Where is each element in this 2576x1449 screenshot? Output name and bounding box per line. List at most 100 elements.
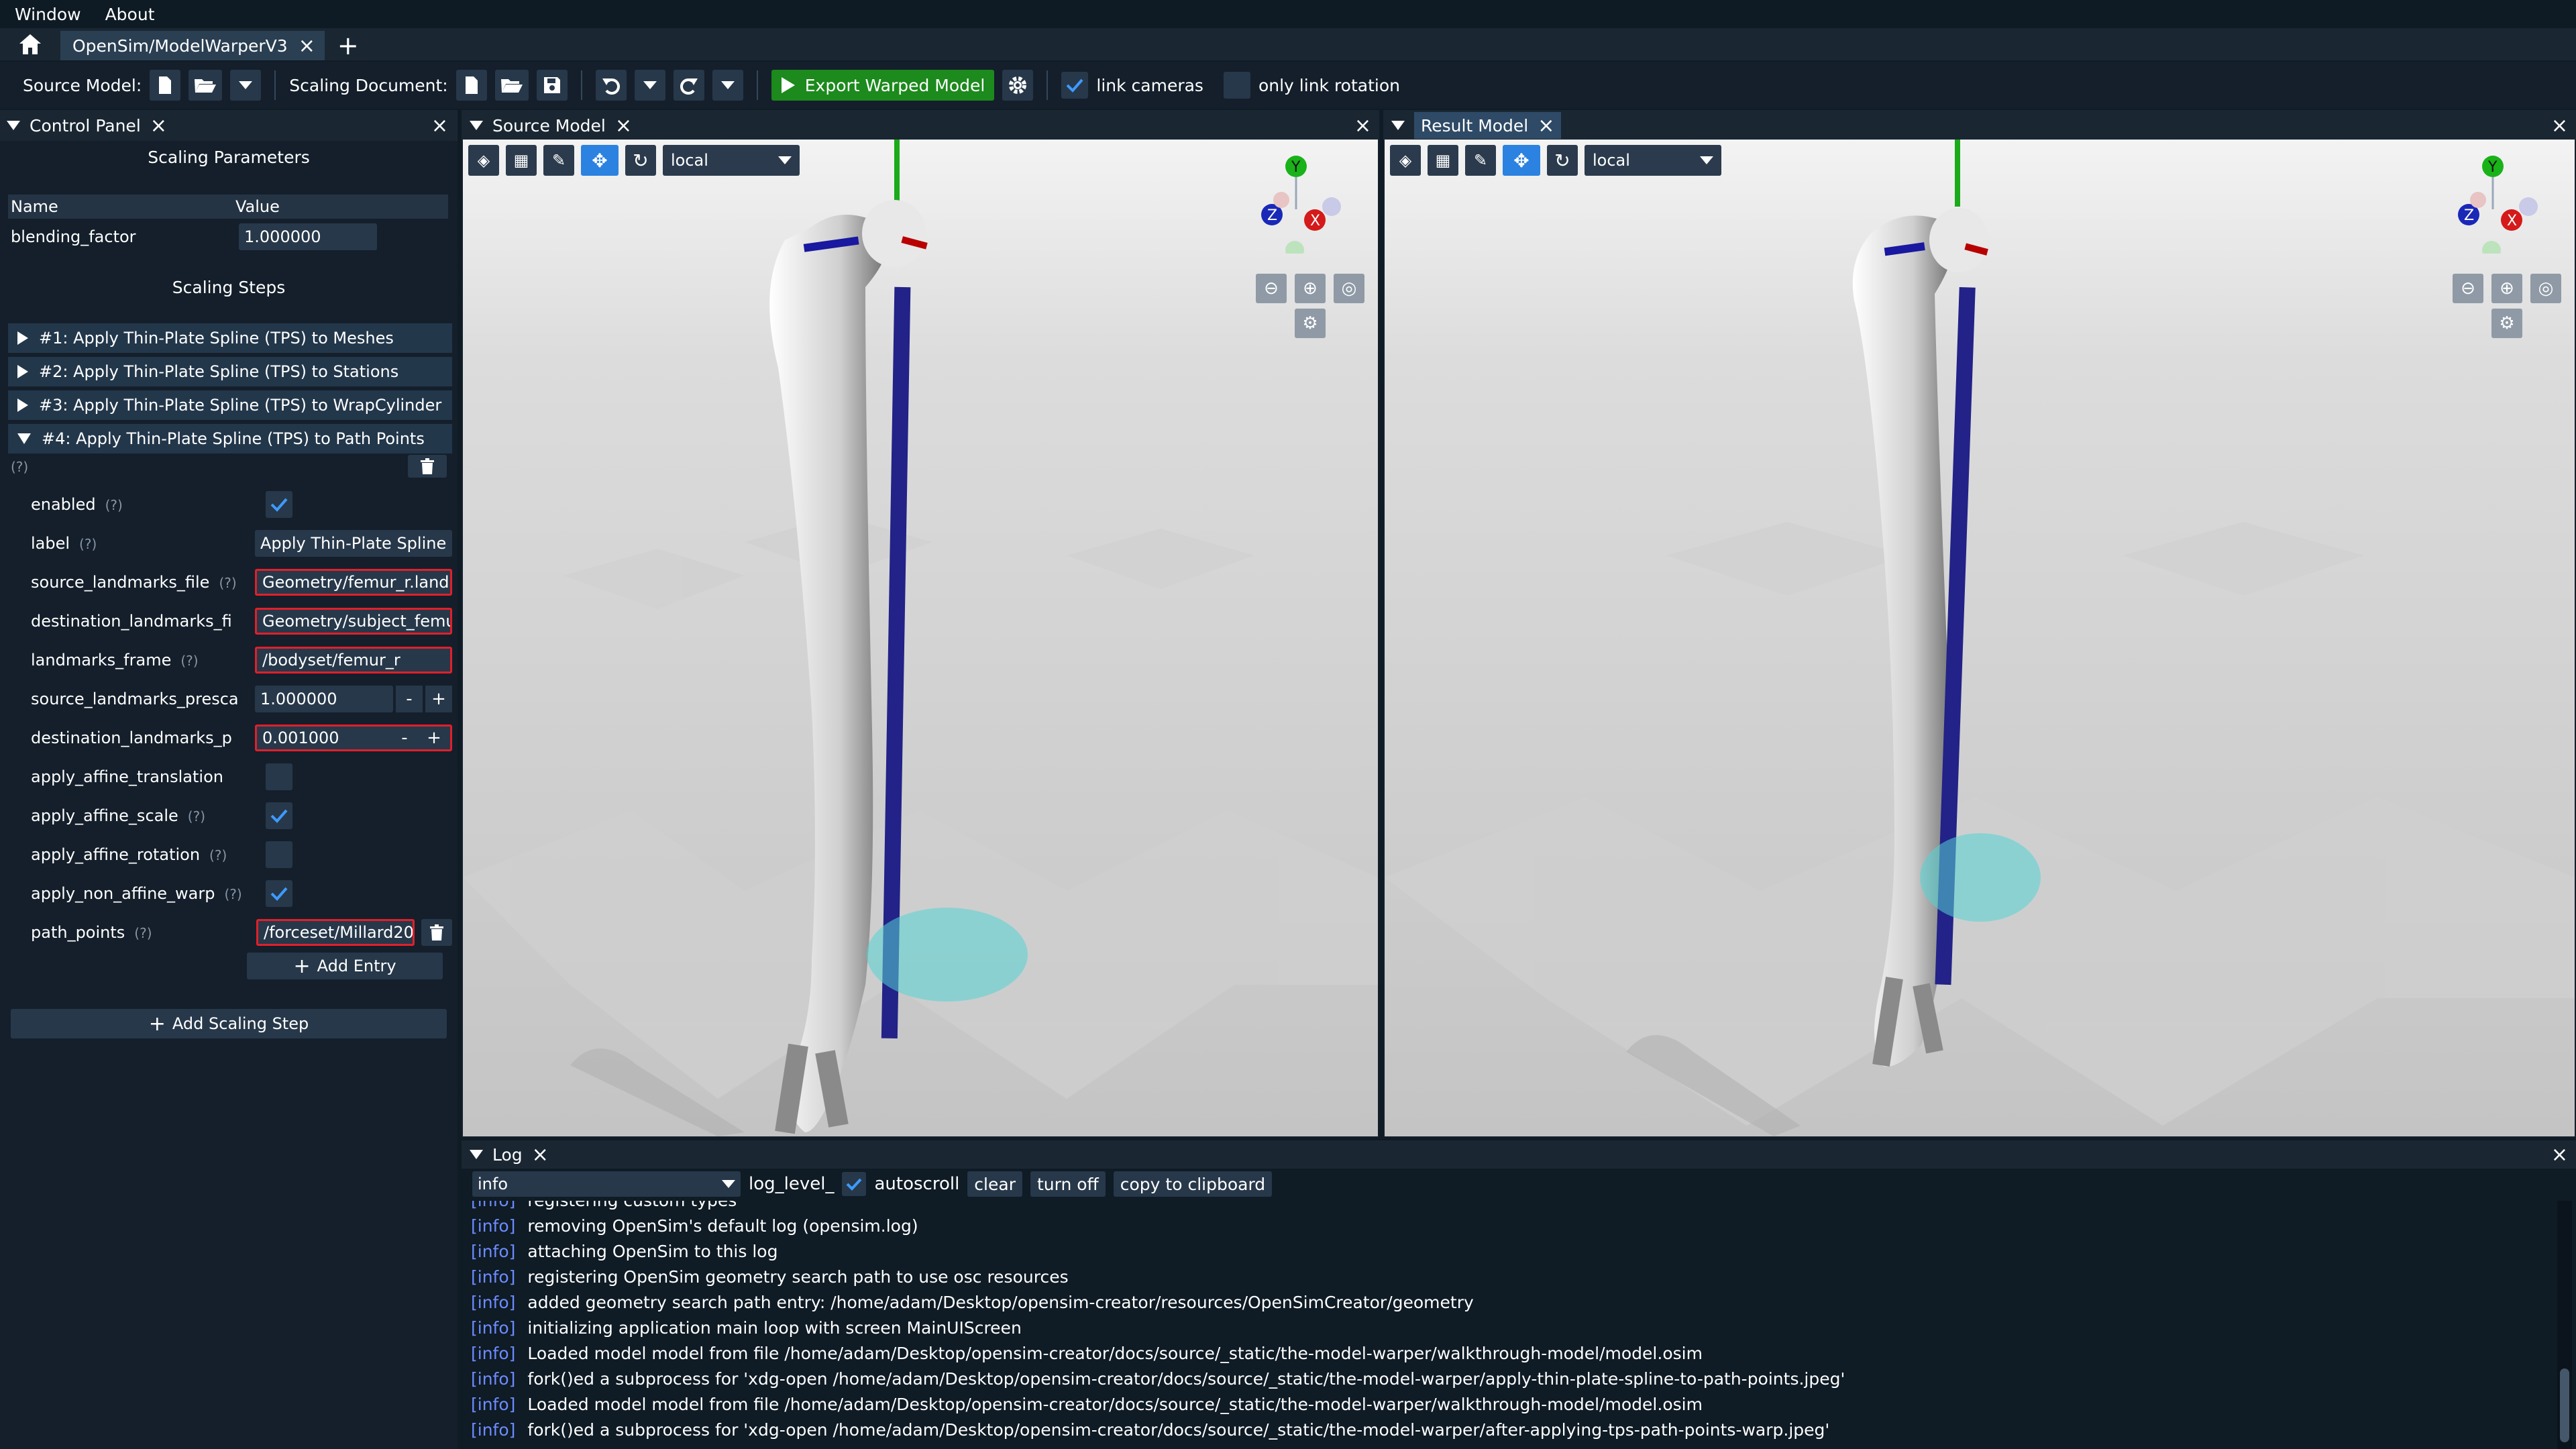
zoom-out-button[interactable]: ⊖: [2453, 274, 2483, 303]
close-window-icon[interactable]: ×: [1354, 114, 1371, 138]
close-window-icon[interactable]: ×: [2551, 114, 2568, 138]
scaling-step-3[interactable]: #3: Apply Thin-Plate Spline (TPS) to Wra…: [8, 390, 452, 420]
autoscroll-checkbox[interactable]: [842, 1172, 867, 1196]
apply-affine-rotation-checkbox[interactable]: [266, 841, 292, 868]
scaling-step-1[interactable]: #1: Apply Thin-Plate Spline (TPS) to Mes…: [8, 323, 452, 353]
decrement-button[interactable]: -: [391, 727, 418, 749]
open-document-button[interactable]: [494, 70, 529, 101]
redo-history-button[interactable]: [712, 70, 743, 101]
clear-log-button[interactable]: clear: [967, 1171, 1022, 1197]
frame-mode-dropdown[interactable]: local: [1585, 145, 1721, 176]
log-scrollbar-thumb[interactable]: [2560, 1368, 2569, 1442]
translate-mode-button[interactable]: ✥: [581, 145, 619, 176]
add-entry-button[interactable]: + Add Entry: [247, 953, 443, 979]
add-scaling-step-button[interactable]: + Add Scaling Step: [11, 1009, 447, 1038]
delete-step-button[interactable]: [408, 455, 447, 478]
rotate-mode-button[interactable]: ↻: [1547, 145, 1578, 176]
path-points-input[interactable]: /forceset/Millard20: [256, 919, 415, 946]
destination-landmarks-file-input[interactable]: Geometry/subject_femu: [255, 608, 452, 635]
help-mark[interactable]: (?): [79, 536, 97, 552]
help-mark[interactable]: (?): [105, 497, 123, 513]
translate-mode-button[interactable]: ✥: [1503, 145, 1540, 176]
frame-mode-dropdown[interactable]: local: [663, 145, 800, 176]
collapse-icon[interactable]: [7, 121, 20, 130]
step-help-mark[interactable]: (?): [11, 459, 28, 475]
zoom-in-button[interactable]: ⊕: [2491, 274, 2522, 303]
close-panel-icon[interactable]: ×: [615, 114, 632, 138]
collapse-icon[interactable]: [470, 121, 483, 130]
blending-factor-input[interactable]: 1.000000: [239, 223, 377, 250]
undo-button[interactable]: [595, 70, 627, 101]
camera-view-button[interactable]: ▦: [1428, 145, 1458, 176]
destination-prescale-input[interactable]: 0.001000 - +: [255, 724, 452, 751]
help-mark[interactable]: (?): [188, 808, 205, 824]
close-window-icon[interactable]: ×: [431, 114, 448, 138]
label-input[interactable]: Apply Thin-Plate Spline (: [255, 530, 452, 557]
save-document-button[interactable]: [536, 70, 568, 101]
redo-button[interactable]: [673, 70, 704, 101]
enabled-checkbox[interactable]: [266, 491, 292, 518]
only-link-rotation-checkbox[interactable]: [1223, 72, 1250, 99]
copy-to-clipboard-button[interactable]: copy to clipboard: [1113, 1171, 1273, 1197]
zoom-out-button[interactable]: ⊖: [1256, 274, 1287, 303]
apply-affine-translation-checkbox[interactable]: [266, 763, 292, 790]
scaling-step-4[interactable]: #4: Apply Thin-Plate Spline (TPS) to Pat…: [8, 424, 452, 453]
export-settings-button[interactable]: [1002, 70, 1034, 101]
plus-icon: +: [148, 1012, 166, 1036]
viewport-settings-button[interactable]: ⚙: [2491, 309, 2522, 338]
undo-history-button[interactable]: [634, 70, 665, 101]
new-tab-button[interactable]: +: [325, 31, 372, 60]
orientation-gizmo[interactable]: Y X Z: [1254, 153, 1362, 254]
tab-model-warper[interactable]: OpenSim/ModelWarperV3 ×: [60, 31, 325, 60]
log-line: [info] fork()ed a subprocess for 'xdg-ope…: [471, 1417, 2551, 1442]
new-source-model-button[interactable]: [150, 70, 181, 101]
close-panel-icon[interactable]: ×: [532, 1143, 549, 1167]
source-landmarks-file-input[interactable]: Geometry/femur_r.land: [255, 569, 452, 596]
help-mark[interactable]: (?): [134, 925, 152, 941]
source-prescale-input[interactable]: 1.000000: [255, 686, 393, 712]
export-warped-model-button[interactable]: Export Warped Model: [771, 70, 995, 101]
close-panel-icon[interactable]: ×: [150, 114, 167, 138]
landmarks-frame-input[interactable]: /bodyset/femur_r: [255, 647, 452, 674]
apply-affine-scale-checkbox[interactable]: [266, 802, 292, 829]
home-button[interactable]: [0, 28, 60, 60]
zoom-in-button[interactable]: ⊕: [1295, 274, 1326, 303]
help-mark[interactable]: (?): [180, 653, 198, 669]
log-scrollbar[interactable]: [2557, 1201, 2572, 1449]
help-mark[interactable]: (?): [209, 847, 227, 863]
tab-result-model[interactable]: Result Model ×: [1414, 112, 1562, 139]
menu-window[interactable]: Window: [15, 5, 81, 24]
auto-focus-button[interactable]: ◎: [2530, 274, 2561, 303]
new-document-button[interactable]: [455, 70, 487, 101]
viewport-settings-button[interactable]: ⚙: [1295, 309, 1326, 338]
increment-button[interactable]: +: [421, 727, 447, 749]
camera-view-button[interactable]: ▦: [506, 145, 537, 176]
auto-focus-button[interactable]: ◎: [1334, 274, 1364, 303]
measure-button[interactable]: ✎: [1465, 145, 1496, 176]
help-mark[interactable]: (?): [224, 886, 241, 902]
increment-button[interactable]: +: [425, 686, 452, 712]
open-source-model-button[interactable]: [189, 70, 223, 101]
decrement-button[interactable]: -: [396, 686, 423, 712]
log-level-select[interactable]: info: [472, 1171, 741, 1197]
scene-visibility-button[interactable]: ◈: [1390, 145, 1421, 176]
close-panel-icon[interactable]: ×: [1538, 114, 1554, 138]
collapse-icon[interactable]: [1391, 121, 1405, 130]
scaling-step-2[interactable]: #2: Apply Thin-Plate Spline (TPS) to Sta…: [8, 357, 452, 386]
orientation-gizmo[interactable]: Y X Z: [2451, 153, 2559, 254]
scene-visibility-button[interactable]: ◈: [468, 145, 499, 176]
help-mark[interactable]: (?): [219, 575, 236, 591]
turn-off-log-button[interactable]: turn off: [1030, 1171, 1106, 1197]
close-window-icon[interactable]: ×: [2551, 1143, 2568, 1167]
apply-non-affine-warp-checkbox[interactable]: [266, 880, 292, 907]
source-viewport[interactable]: ◈ ▦ ✎ ✥ ↻ local Y X Z ⊖ ⊕ ◎ ⚙: [463, 140, 1378, 1136]
menu-about[interactable]: About: [105, 5, 155, 24]
source-model-dropdown-button[interactable]: [230, 70, 262, 101]
link-cameras-checkbox[interactable]: [1061, 72, 1089, 99]
close-tab-icon[interactable]: ×: [299, 34, 315, 58]
collapse-icon[interactable]: [470, 1150, 483, 1159]
rotate-mode-button[interactable]: ↻: [625, 145, 656, 176]
result-viewport[interactable]: ◈ ▦ ✎ ✥ ↻ local Y X Z ⊖ ⊕ ◎ ⚙: [1385, 140, 2575, 1136]
measure-button[interactable]: ✎: [543, 145, 574, 176]
delete-entry-button[interactable]: [421, 919, 452, 946]
